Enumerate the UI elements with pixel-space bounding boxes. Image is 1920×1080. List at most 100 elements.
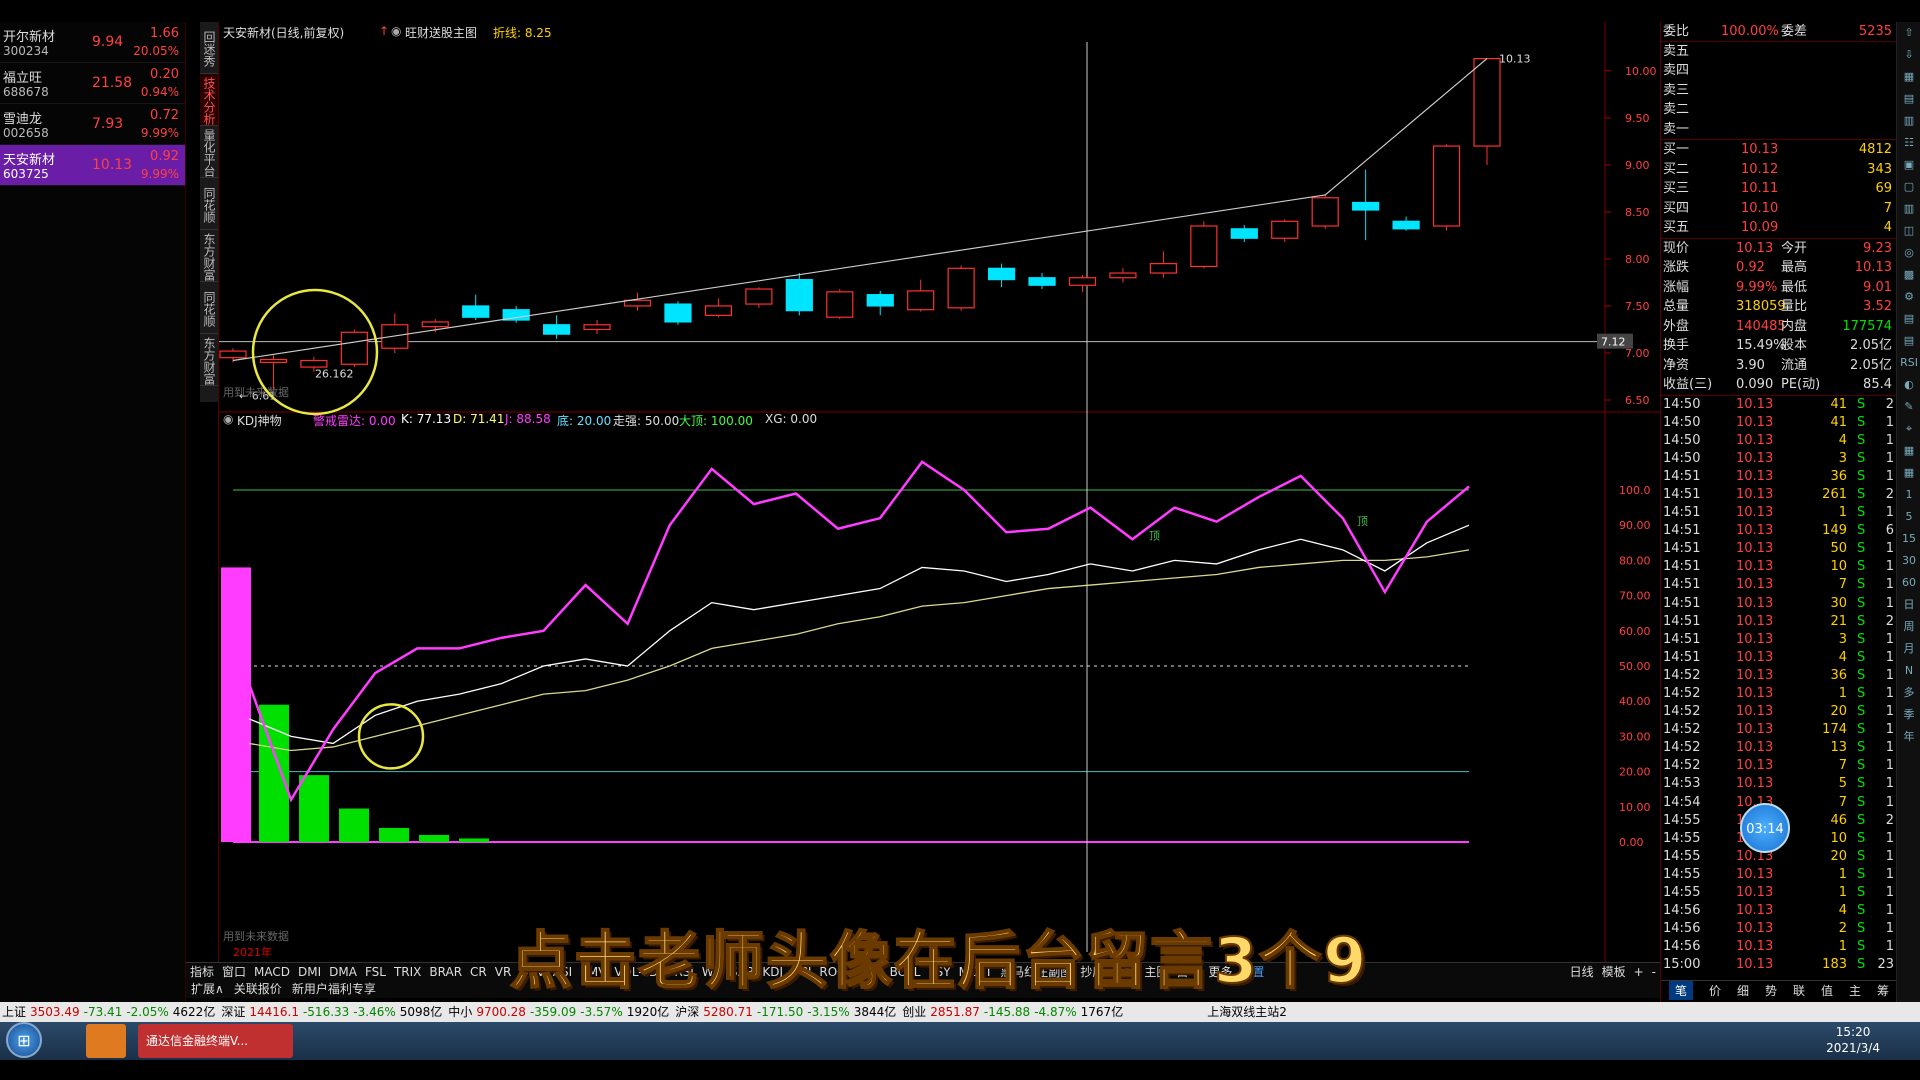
buy-row[interactable]: 买一 10.13 4812 bbox=[1661, 140, 1896, 160]
period-button[interactable]: 15 bbox=[1897, 528, 1920, 550]
kdj-name[interactable]: KDJ神物 bbox=[237, 412, 282, 429]
stat-row[interactable]: 净资 3.90 流通 2.05亿 bbox=[1661, 356, 1896, 376]
side-tool-icon[interactable]: ◎ bbox=[1897, 242, 1920, 264]
side-tool-icon[interactable]: ⌖ bbox=[1897, 418, 1920, 440]
quote-tab[interactable]: 势 bbox=[1765, 981, 1777, 1000]
tabbar-right-item[interactable]: 模板 bbox=[1598, 963, 1630, 980]
side-tool-icon[interactable]: ▣ bbox=[1897, 154, 1920, 176]
vtab-item[interactable]: 东方财富 bbox=[200, 230, 218, 282]
side-tool-icon[interactable]: ⇧ bbox=[1897, 22, 1920, 44]
watchlist-row[interactable]: 天安新材 603725 10.13 0.92 9.99% bbox=[0, 145, 185, 186]
period-button[interactable]: 季 bbox=[1897, 704, 1920, 726]
buy-row[interactable]: 买五 10.09 4 bbox=[1661, 218, 1896, 238]
tick-row[interactable]: 15:00 10.13 183 S 23 bbox=[1661, 956, 1896, 974]
tick-row[interactable]: 14:52 10.13 20 S 1 bbox=[1661, 703, 1896, 721]
tick-row[interactable]: 14:52 10.13 174 S 1 bbox=[1661, 721, 1896, 739]
tick-row[interactable]: 14:52 10.13 13 S 1 bbox=[1661, 739, 1896, 757]
tick-row[interactable]: 14:52 10.13 36 S 1 bbox=[1661, 667, 1896, 685]
period-button[interactable]: 1 bbox=[1897, 484, 1920, 506]
tick-row[interactable]: 14:51 10.13 36 S 1 bbox=[1661, 468, 1896, 486]
tick-row[interactable]: 14:55 10.13 1 S 1 bbox=[1661, 866, 1896, 884]
tick-row[interactable]: 14:50 10.13 3 S 1 bbox=[1661, 450, 1896, 468]
period-button[interactable]: 多 bbox=[1897, 682, 1920, 704]
period-button[interactable]: N bbox=[1897, 660, 1920, 682]
sell-row[interactable]: 卖五 bbox=[1661, 42, 1896, 62]
vtab-item[interactable]: 技术分析 bbox=[200, 74, 218, 126]
sell-row[interactable]: 卖一 bbox=[1661, 120, 1896, 140]
quote-tab[interactable]: 联 bbox=[1793, 981, 1805, 1000]
clock[interactable]: 15:20 2021/3/4 bbox=[1826, 1024, 1880, 1056]
tick-row[interactable]: 14:52 10.13 1 S 1 bbox=[1661, 685, 1896, 703]
indicator-tab[interactable]: 指标 bbox=[186, 963, 218, 980]
main-indicator[interactable]: 旺财送股主图 bbox=[405, 24, 477, 41]
stat-row[interactable]: 总量 318059 量比 3.52 bbox=[1661, 297, 1896, 317]
tick-row[interactable]: 14:52 10.13 7 S 1 bbox=[1661, 757, 1896, 775]
stat-row[interactable]: 涨幅 9.99% 最低 9.01 bbox=[1661, 278, 1896, 298]
side-tool-icon[interactable]: ▦ bbox=[1897, 440, 1920, 462]
vtab-item[interactable]: 同花顺 bbox=[200, 178, 218, 230]
vtab-item[interactable]: 东方财富 bbox=[200, 334, 218, 386]
tick-row[interactable]: 14:51 10.13 7 S 1 bbox=[1661, 576, 1896, 594]
tick-row[interactable]: 14:51 10.13 261 S 2 bbox=[1661, 486, 1896, 504]
period-button[interactable]: 年 bbox=[1897, 726, 1920, 748]
tick-row[interactable]: 14:53 10.13 5 S 1 bbox=[1661, 775, 1896, 793]
tick-row[interactable]: 14:56 10.13 2 S 1 bbox=[1661, 920, 1896, 938]
quote-tab[interactable]: 细 bbox=[1737, 981, 1749, 1000]
side-tool-icon[interactable]: ▢ bbox=[1897, 176, 1920, 198]
indicator-tab[interactable]: FSL bbox=[361, 963, 390, 980]
stat-row[interactable]: 外盘 140485 内盘 177574 bbox=[1661, 317, 1896, 337]
tick-row[interactable]: 14:51 10.13 149 S 6 bbox=[1661, 522, 1896, 540]
tick-row[interactable]: 14:55 10.13 1 S 1 bbox=[1661, 884, 1896, 902]
side-tool-icon[interactable]: ⚙ bbox=[1897, 286, 1920, 308]
webi-row[interactable]: 委比 100.00% 委差 5235 bbox=[1661, 22, 1896, 42]
taskbar-app-tdx[interactable]: 通达信金融终端V... bbox=[138, 1024, 293, 1058]
extension-tab[interactable]: 新用户福利专享 bbox=[287, 980, 381, 998]
browser-app-icon[interactable] bbox=[86, 1024, 126, 1058]
tick-row[interactable]: 14:56 10.13 4 S 1 bbox=[1661, 902, 1896, 920]
extension-tab[interactable]: 扩展∧ bbox=[186, 980, 229, 998]
tick-row[interactable]: 14:51 10.13 4 S 1 bbox=[1661, 649, 1896, 667]
side-tool-icon[interactable]: ⇩ bbox=[1897, 44, 1920, 66]
tabbar-right-item[interactable]: 日线 bbox=[1566, 963, 1598, 980]
quote-tab[interactable]: 价 bbox=[1709, 981, 1721, 1000]
tick-row[interactable]: 14:51 10.13 30 S 1 bbox=[1661, 595, 1896, 613]
buy-row[interactable]: 买四 10.10 7 bbox=[1661, 199, 1896, 219]
tick-row[interactable]: 14:50 10.13 4 S 1 bbox=[1661, 432, 1896, 450]
tick-row[interactable]: 14:55 10.13 20 S 1 bbox=[1661, 848, 1896, 866]
tabbar-right-item[interactable]: - bbox=[1648, 963, 1660, 980]
side-tool-icon[interactable]: RSI bbox=[1897, 352, 1920, 374]
indicator-tab[interactable]: BRAR bbox=[425, 963, 466, 980]
side-tool-icon[interactable]: ◫ bbox=[1897, 220, 1920, 242]
start-button-icon[interactable]: ⊞ bbox=[6, 1022, 42, 1058]
vtab-item[interactable]: 同花顺 bbox=[200, 282, 218, 334]
tick-row[interactable]: 14:56 10.13 1 S 1 bbox=[1661, 938, 1896, 956]
chart-area[interactable]: 10.00 9.50 9.00 8.50 8.00 7.50 7.00 6.50 100.0 90… bbox=[218, 22, 1661, 977]
quote-tab[interactable]: 筹 bbox=[1877, 981, 1889, 1000]
tabbar-right-item[interactable]: + bbox=[1630, 963, 1648, 980]
side-tool-icon[interactable]: ▥ bbox=[1897, 198, 1920, 220]
side-tool-icon[interactable]: ▩ bbox=[1897, 264, 1920, 286]
indicator-tab[interactable]: 窗口 bbox=[218, 963, 250, 980]
tick-row[interactable]: 14:50 10.13 41 S 2 bbox=[1661, 396, 1896, 414]
quote-tab[interactable]: 值 bbox=[1821, 981, 1833, 1000]
side-tool-icon[interactable]: ▦ bbox=[1897, 66, 1920, 88]
indicator-tab[interactable]: TRIX bbox=[390, 963, 425, 980]
quote-tab[interactable]: 笔 bbox=[1668, 981, 1693, 1000]
vtab-item[interactable]: 回迷秀 bbox=[200, 22, 218, 74]
timer-badge[interactable]: 03:14 bbox=[1740, 803, 1790, 853]
side-tool-icon[interactable]: ▤ bbox=[1897, 308, 1920, 330]
tick-row[interactable]: 14:51 10.13 3 S 1 bbox=[1661, 631, 1896, 649]
sell-row[interactable]: 卖三 bbox=[1661, 81, 1896, 101]
stat-row[interactable]: 涨跌 0.92 最高 10.13 bbox=[1661, 258, 1896, 278]
buy-row[interactable]: 买三 10.11 69 bbox=[1661, 179, 1896, 199]
side-tool-icon[interactable]: ☷ bbox=[1897, 132, 1920, 154]
watchlist-row[interactable]: 福立旺 688678 21.58 0.20 0.94% bbox=[0, 63, 185, 104]
side-tool-icon[interactable]: ◐ bbox=[1897, 374, 1920, 396]
watchlist-row[interactable]: 雪迪龙 002658 7.93 0.72 9.99% bbox=[0, 104, 185, 145]
extension-tab[interactable]: 关联报价 bbox=[229, 980, 287, 998]
buy-row[interactable]: 买二 10.12 343 bbox=[1661, 160, 1896, 180]
indicator-tab[interactable]: DMA bbox=[325, 963, 361, 980]
stat-row[interactable]: 收益(三) 0.090 PE(动) 85.4 bbox=[1661, 375, 1896, 395]
watchlist-row[interactable]: 开尔新材 300234 9.94 1.66 20.05% bbox=[0, 22, 185, 63]
side-tool-icon[interactable]: ✎ bbox=[1897, 396, 1920, 418]
